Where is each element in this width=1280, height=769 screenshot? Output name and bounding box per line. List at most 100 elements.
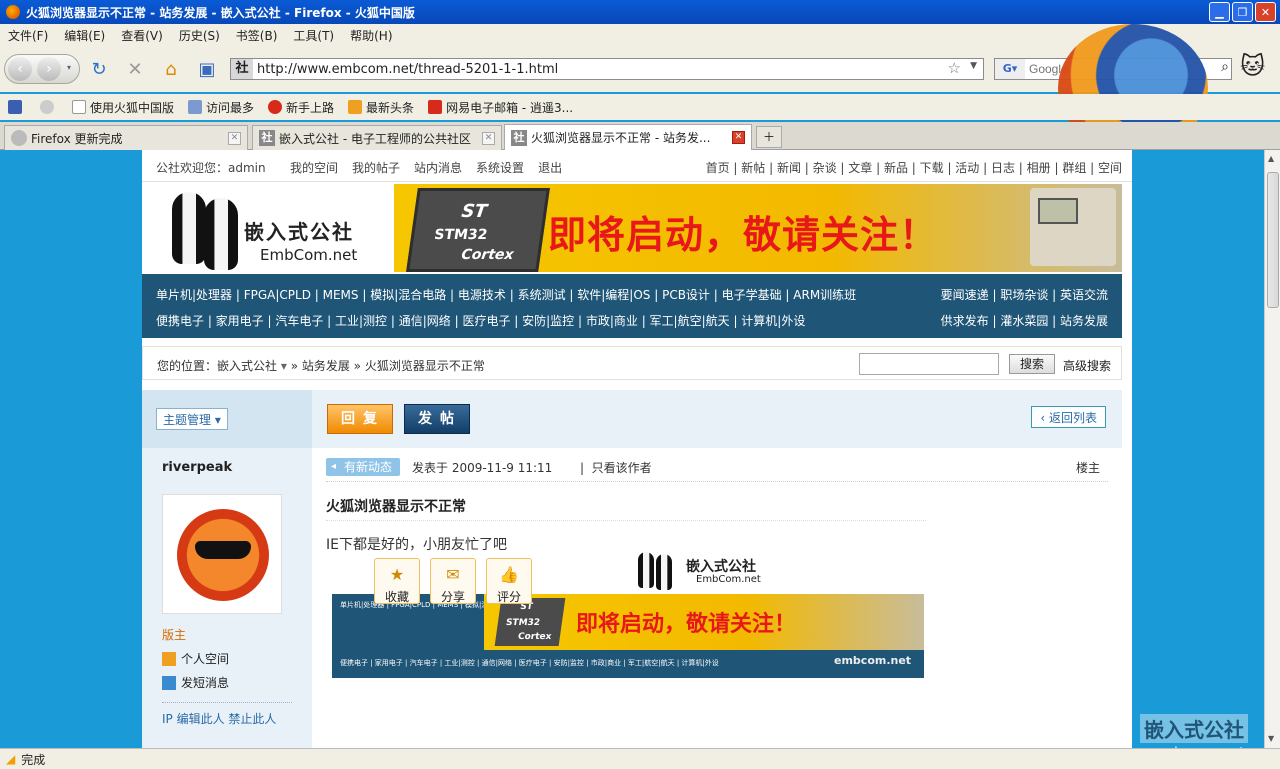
menu-tools[interactable]: 工具(T) (293, 27, 334, 44)
history-dropdown-icon[interactable]: ▾ (67, 63, 71, 72)
scroll-up-icon[interactable]: ▲ (1268, 154, 1274, 163)
back-to-list-button[interactable]: ‹ 返回列表 (1031, 406, 1106, 428)
page-viewport: 公社欢迎您：admin 我的空间 我的帖子 站内消息 系统设置 退出 首页 | … (0, 150, 1264, 748)
advanced-search-link[interactable]: 高级搜索 (1063, 357, 1111, 374)
window-titlebar: 火狐浏览器显示不正常 - 站务发展 - 嵌入式公社 - Firefox - 火狐… (0, 0, 1280, 24)
menu-edit[interactable]: 编辑(E) (64, 27, 105, 44)
category-row-2-right[interactable]: 供求发布 | 灌水菜园 | 站务发展 (941, 312, 1108, 329)
post-text: IE下都是好的，小朋友忙了吧 (326, 537, 507, 553)
breadcrumb-home[interactable]: 嵌入式公社 (217, 359, 277, 373)
minimize-button[interactable]: ▁ (1209, 2, 1230, 22)
forum-search-input[interactable] (859, 353, 999, 375)
new-post-button[interactable]: 发帖 (404, 404, 470, 434)
address-bar[interactable]: 社 http://www.embcom.net/thread-5201-1-1.… (230, 58, 984, 80)
bookmark-latest-headlines[interactable]: 最新头条 (348, 99, 414, 116)
author-sidebar: riverpeak 版主 个人空间 发短消息 IP 编辑此人 禁止此人 (142, 448, 312, 748)
personal-space-link[interactable]: 个人空间 (162, 650, 229, 667)
windows-icon[interactable]: ▣ (196, 59, 218, 81)
category-row-1[interactable]: 单片机|处理器 | FPGA|CPLD | MEMS | 模拟|混合电路 | 电… (156, 286, 856, 303)
logo-title: 嵌入式公社 (244, 220, 354, 244)
home-icon[interactable]: ⌂ (160, 59, 182, 81)
url-text[interactable]: http://www.embcom.net/thread-5201-1-1.ht… (257, 62, 558, 77)
link-logout[interactable]: 退出 (538, 159, 562, 176)
bookmark-getting-started[interactable]: 新手上路 (268, 99, 334, 116)
link-my-posts[interactable]: 我的帖子 (352, 159, 400, 176)
close-window-button[interactable]: ✕ (1255, 2, 1276, 22)
user-links: 我的空间 我的帖子 站内消息 系统设置 退出 (290, 159, 562, 176)
close-tab-icon[interactable]: ✕ (228, 132, 241, 145)
site-favicon-icon: 社 (259, 130, 275, 146)
tab-bar: Firefox 更新完成 ✕ 社 嵌入式公社 - 电子工程师的公共社区 ✕ 社 … (0, 122, 1280, 150)
url-dropdown-icon[interactable]: ▼ (970, 61, 977, 71)
author-name[interactable]: riverpeak (162, 460, 232, 475)
scrollbar-thumb[interactable] (1267, 172, 1279, 308)
bookmarks-toolbar: 使用火狐中国版 访问最多 新手上路 最新头条 网易电子邮箱 - 逍遥3... (0, 94, 1280, 120)
link-my-space[interactable]: 我的空间 (290, 159, 338, 176)
new-tab-button[interactable]: ＋ (756, 126, 782, 148)
moderator-ops[interactable]: IP 编辑此人 禁止此人 (162, 710, 276, 727)
reload-icon[interactable]: ↻ (88, 59, 110, 81)
status-badge[interactable]: 有新动态 (326, 458, 401, 476)
breadcrumb-trail[interactable]: » 站务发展 » 火狐浏览器显示不正常 (291, 359, 485, 373)
link-messages[interactable]: 站内消息 (414, 159, 462, 176)
category-row-1-right[interactable]: 要闻速递 | 职场杂谈 | 英语交流 (941, 286, 1108, 303)
status-bar: ◢ 完成 (0, 748, 1280, 769)
search-button[interactable]: 搜索 (1009, 354, 1055, 374)
favorite-button[interactable]: ★ 收藏 (374, 558, 420, 604)
tab-embcom-home[interactable]: 社 嵌入式公社 - 电子工程师的公共社区 ✕ (252, 125, 502, 150)
post-header: 有新动态 发表于 2009-11-9 11:11 | 只看该作者 楼主 (326, 458, 1108, 482)
menu-view[interactable]: 查看(V) (121, 27, 163, 44)
forward-arrow-icon[interactable]: › (37, 57, 61, 81)
category-row-2[interactable]: 便携电子 | 家用电子 | 汽车电子 | 工业|测控 | 通信|网络 | 医疗电… (156, 312, 805, 329)
menu-history[interactable]: 历史(S) (179, 27, 220, 44)
bookmark-firefox-china[interactable]: 使用火狐中国版 (72, 99, 174, 116)
breadcrumb: 您的位置：嵌入式公社 ▾ » 站务发展 » 火狐浏览器显示不正常 搜索 高级搜索 (142, 346, 1122, 380)
only-author-link[interactable]: | 只看该作者 (580, 459, 652, 476)
history-clock-icon[interactable] (40, 100, 58, 114)
menu-bookmarks[interactable]: 书签(B) (236, 27, 278, 44)
chip-image: ST STM32 Cortex (406, 188, 550, 272)
close-tab-icon[interactable]: ✕ (732, 131, 745, 144)
google-engine-icon[interactable]: G▾ (995, 59, 1025, 79)
menu-file[interactable]: 文件(F) (8, 27, 48, 44)
author-role: 版主 (162, 628, 187, 642)
tab-firefox-update[interactable]: Firefox 更新完成 ✕ (4, 125, 248, 150)
close-tab-icon[interactable]: ✕ (482, 132, 495, 145)
star-icon: ★ (389, 565, 405, 584)
bookmark-star-icon[interactable]: ☆ (948, 59, 961, 77)
search-icon[interactable]: ⌕ (1221, 59, 1229, 75)
bookmark-most-visited[interactable]: 访问最多 (188, 99, 254, 116)
tab-current-thread[interactable]: 社 火狐浏览器显示不正常 - 站务发... ✕ (504, 124, 752, 150)
back-arrow-icon: ‹ (1040, 411, 1049, 425)
mascot-icon: 🐱 (1240, 52, 1266, 80)
stm32-banner[interactable]: ST STM32 Cortex 即将启动，敬请关注！ (394, 184, 1122, 272)
rate-button[interactable]: 👍 评分 (486, 558, 532, 604)
bookmark-menu-icon[interactable] (8, 100, 26, 114)
send-message-link[interactable]: 发短消息 (162, 674, 229, 691)
back-arrow-icon[interactable]: ‹ (8, 57, 32, 81)
thumbs-up-icon: 👍 (499, 565, 519, 584)
top-nav-links[interactable]: 首页 | 新帖 | 新闻 | 杂谈 | 文章 | 新品 | 下载 | 活动 | … (706, 159, 1122, 176)
share-button[interactable]: ✉ 分享 (430, 558, 476, 604)
site-identity-icon[interactable]: 社 (231, 59, 253, 79)
site-logo[interactable]: 嵌入式公社 EmbCom.net (164, 192, 384, 272)
welcome-text: 公社欢迎您：admin (156, 161, 266, 175)
chevron-down-icon[interactable]: ▾ (277, 359, 291, 373)
stop-icon[interactable]: ✕ (124, 59, 146, 81)
floor-label: 楼主 (1075, 461, 1100, 475)
page-content: 公社欢迎您：admin 我的空间 我的帖子 站内消息 系统设置 退出 首页 | … (142, 150, 1132, 748)
avatar[interactable] (162, 494, 282, 614)
bookmark-163-mail[interactable]: 网易电子邮箱 - 逍遥3... (428, 99, 573, 116)
post-actions: ★ 收藏 ✉ 分享 👍 评分 (374, 558, 532, 604)
category-nav: 单片机|处理器 | FPGA|CPLD | MEMS | 模拟|混合电路 | 电… (142, 274, 1122, 338)
link-settings[interactable]: 系统设置 (476, 159, 524, 176)
topic-manage-dropdown[interactable]: 主题管理 ▾ (156, 408, 228, 430)
scroll-down-icon[interactable]: ▼ (1268, 734, 1274, 743)
banner-text: 即将启动，敬请关注！ (548, 213, 939, 257)
menu-help[interactable]: 帮助(H) (350, 27, 392, 44)
reply-button[interactable]: 回复 (327, 404, 393, 434)
window-title: 火狐浏览器显示不正常 - 站务发展 - 嵌入式公社 - Firefox - 火狐… (26, 5, 415, 20)
maximize-button[interactable]: ❐ (1232, 2, 1253, 22)
user-bar: 公社欢迎您：admin 我的空间 我的帖子 站内消息 系统设置 退出 首页 | … (142, 150, 1132, 182)
vertical-scrollbar[interactable]: ▲ ▼ (1264, 150, 1280, 748)
